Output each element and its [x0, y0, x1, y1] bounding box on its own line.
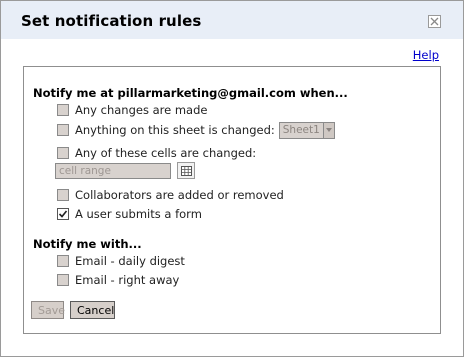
- option-label: Any changes are made: [75, 103, 208, 117]
- option-label: A user submits a form: [75, 207, 202, 221]
- option-collaborators[interactable]: Collaborators are added or removed: [57, 187, 284, 203]
- cancel-button[interactable]: Cancel: [70, 301, 115, 319]
- sheet-select-arrow[interactable]: [322, 122, 334, 138]
- dialog-titlebar: Set notification rules: [1, 1, 463, 39]
- chevron-down-icon: [325, 127, 332, 132]
- close-icon: [430, 17, 439, 26]
- check-icon: [58, 210, 68, 218]
- option-label: Email - daily digest: [75, 254, 185, 268]
- cell-range-input[interactable]: [55, 163, 171, 179]
- sheet-select-value: Sheet1: [282, 124, 320, 136]
- collaborators-checkbox[interactable]: [57, 189, 69, 201]
- any-changes-checkbox[interactable]: [57, 104, 69, 116]
- grid-icon: [181, 166, 192, 176]
- option-form-submit[interactable]: A user submits a form: [57, 206, 202, 222]
- option-any-changes[interactable]: Any changes are made: [57, 102, 207, 118]
- daily-digest-checkbox[interactable]: [57, 255, 69, 267]
- sheet-changed-checkbox[interactable]: [57, 124, 69, 136]
- notification-rules-dialog: Set notification rules Help Notify me at…: [0, 0, 464, 357]
- rules-panel: Notify me at pillarmarketing@gmail.com w…: [23, 66, 441, 334]
- sheet-select[interactable]: Sheet1: [278, 121, 335, 139]
- notify-with-heading: Notify me with...: [33, 237, 142, 251]
- notify-when-heading: Notify me at pillarmarketing@gmail.com w…: [33, 86, 348, 100]
- option-label: Any of these cells are changed:: [75, 146, 257, 160]
- option-label: Email - right away: [75, 273, 180, 287]
- right-away-checkbox[interactable]: [57, 274, 69, 286]
- close-button[interactable]: [428, 15, 441, 28]
- option-daily-digest[interactable]: Email - daily digest: [57, 253, 185, 269]
- option-sheet-changed[interactable]: Anything on this sheet is changed: Sheet…: [57, 121, 335, 139]
- option-right-away[interactable]: Email - right away: [57, 272, 179, 288]
- option-label: Collaborators are added or removed: [75, 188, 284, 202]
- help-link[interactable]: Help: [413, 48, 439, 62]
- cells-changed-checkbox[interactable]: [57, 147, 69, 159]
- save-button[interactable]: Save: [31, 301, 65, 319]
- option-label: Anything on this sheet is changed:: [75, 123, 275, 137]
- dialog-title: Set notification rules: [21, 12, 202, 30]
- range-picker-button[interactable]: [177, 162, 195, 179]
- option-cells-changed[interactable]: Any of these cells are changed:: [57, 145, 256, 161]
- form-submit-checkbox[interactable]: [57, 208, 69, 220]
